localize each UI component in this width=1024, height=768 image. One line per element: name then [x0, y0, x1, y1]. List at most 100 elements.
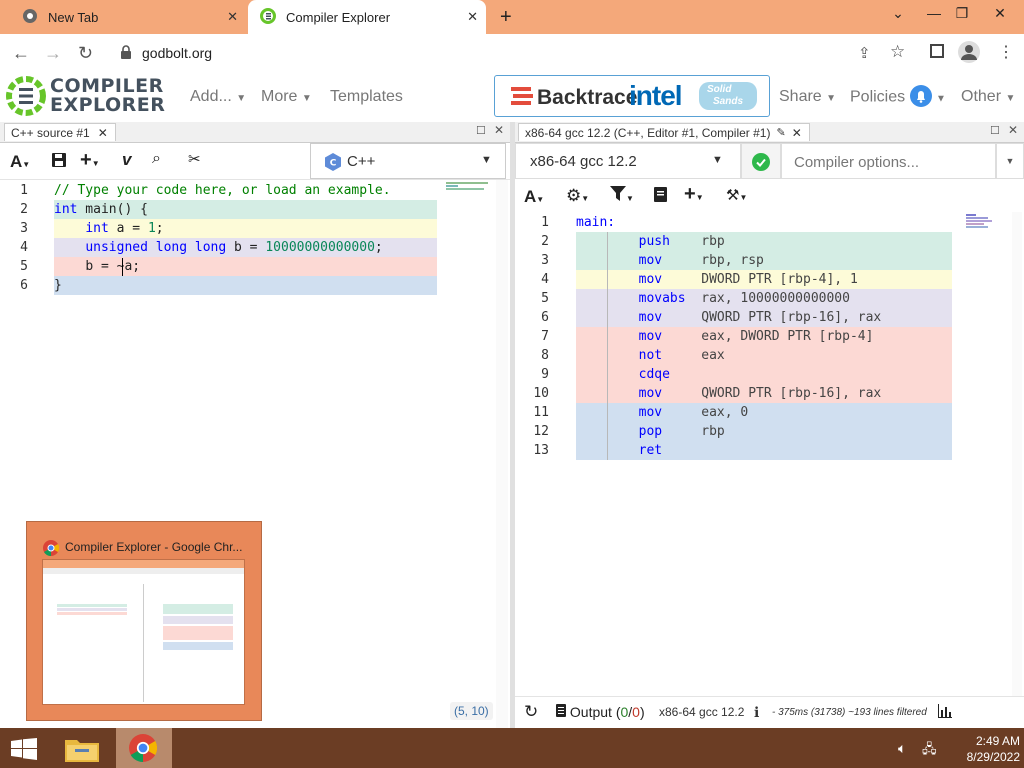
code-text: b = ~a;	[85, 259, 141, 274]
code-line-1: // Type your code here, or load an examp…	[54, 181, 437, 200]
cpp-logo-icon: C	[325, 153, 341, 174]
compiler-select-value: x86-64 gcc 12.2	[530, 153, 637, 170]
tab-cpp-source[interactable]: C++ source #1 ✕	[4, 123, 116, 141]
close-pane-icon[interactable]: ✕	[1008, 123, 1018, 137]
number-literal: 1	[147, 221, 156, 236]
menu-policies-label: Policies	[850, 88, 906, 106]
chrome-taskbar-button[interactable]	[116, 728, 172, 768]
volume-muted-icon[interactable]: 🔈︎	[898, 740, 906, 757]
menu-templates[interactable]: Templates	[330, 88, 403, 106]
side-panel-icon[interactable]	[930, 44, 944, 58]
network-icon[interactable]: 🖧︎	[922, 740, 937, 762]
maximize-pane-icon[interactable]: ☐	[476, 124, 486, 137]
close-tab-icon[interactable]: ✕	[467, 9, 478, 25]
asm-line: not eax	[576, 346, 952, 365]
menu-share-label: Share	[779, 88, 822, 105]
close-icon[interactable]: ✕	[792, 126, 802, 140]
font-size-icon[interactable]: A▼	[524, 187, 544, 207]
tab-search-icon[interactable]: ⌄	[880, 0, 916, 28]
tools-wrench-icon[interactable]: ⚒▼	[726, 186, 747, 204]
libraries-book-icon[interactable]	[654, 187, 667, 206]
asm-minimap[interactable]	[966, 213, 1006, 237]
menu-share[interactable]: Share ▼	[779, 88, 836, 106]
browser-tab-title: New Tab	[48, 9, 99, 25]
compiler-options-input[interactable]: Compiler options...	[781, 143, 996, 179]
new-tab-icon[interactable]: +	[500, 6, 512, 29]
maximize-pane-icon[interactable]: ☐	[990, 124, 1000, 137]
close-pane-icon[interactable]: ✕	[494, 123, 504, 137]
number-literal: 10000000000000	[265, 240, 375, 255]
edit-pencil-icon[interactable]: ✎	[776, 126, 785, 139]
compiler-explorer-logo-icon[interactable]	[4, 74, 48, 121]
menu-more[interactable]: More ▼	[261, 88, 312, 106]
svg-text:C: C	[330, 159, 337, 169]
editor-scrollbar[interactable]	[496, 180, 508, 728]
asm-opcode: ret	[638, 443, 663, 458]
status-compiler-name: x86-64 gcc 12.2	[659, 705, 745, 719]
search-icon[interactable]: ⌕	[152, 150, 161, 168]
logo-text[interactable]: COMPILER EXPLORER	[50, 77, 165, 115]
forward-icon[interactable]: →	[44, 43, 62, 64]
line-number: 11	[533, 405, 549, 420]
url-field[interactable]: godbolt.org	[112, 40, 832, 66]
close-window-icon[interactable]: ✕	[982, 0, 1018, 28]
menu-policies[interactable]: Policies ▼	[850, 85, 946, 107]
output-button[interactable]: Output (0/0)	[556, 704, 645, 720]
tab-compiler[interactable]: x86-64 gcc 12.2 (C++, Editor #1, Compile…	[518, 123, 810, 141]
solid-sands-logo: Solid Sands	[699, 82, 757, 110]
close-icon[interactable]: ✕	[98, 126, 108, 140]
caret-down-icon: ▼	[712, 154, 723, 166]
clock[interactable]: 2:49 AM 8/29/2022	[940, 733, 1020, 765]
bar-chart-icon[interactable]	[938, 704, 952, 721]
menu-other[interactable]: Other ▼	[961, 88, 1015, 106]
close-tab-icon[interactable]: ✕	[227, 9, 238, 25]
menu-add[interactable]: Add... ▼	[190, 88, 246, 106]
asm-opcode: cdqe	[638, 367, 670, 382]
compiler-options-dropdown[interactable]: ▼	[996, 143, 1024, 179]
restore-icon[interactable]: ❐	[944, 0, 980, 28]
browser-tab-compiler-explorer[interactable]: Compiler Explorer ✕	[248, 0, 486, 34]
save-icon[interactable]	[52, 153, 66, 171]
gear-icon[interactable]: ⚙▼	[566, 186, 589, 206]
asm-args: eax	[701, 348, 725, 363]
sponsor-banner[interactable]: Backtrace intel Solid Sands	[494, 75, 770, 117]
wand-icon[interactable]: ✂	[188, 150, 201, 168]
code-line-5: b = ~a;	[54, 257, 437, 276]
line-number: 12	[533, 424, 549, 439]
editor-minimap[interactable]	[446, 181, 496, 195]
taskbar-window-preview[interactable]: Compiler Explorer - Google Chr...	[26, 521, 262, 721]
vim-mode-icon[interactable]: v	[122, 150, 131, 170]
file-explorer-taskbar-button[interactable]	[58, 728, 106, 768]
line-number: 5	[20, 259, 28, 274]
caret-down-icon: ▼	[301, 93, 312, 104]
line-number: 13	[533, 443, 549, 458]
font-size-icon[interactable]: A▼	[10, 152, 30, 172]
back-icon[interactable]: ←	[12, 43, 30, 64]
asm-scrollbar[interactable]	[1012, 212, 1022, 696]
menu-other-label: Other	[961, 88, 1002, 105]
compiler-select[interactable]: x86-64 gcc 12.2 ▼	[515, 143, 741, 179]
asm-line: mov QWORD PTR [rbp-16], rax	[576, 308, 952, 327]
lock-icon	[120, 44, 132, 62]
bookmark-star-icon[interactable]: ☆	[890, 42, 905, 62]
add-tool-icon[interactable]: +▼	[684, 183, 704, 206]
add-pane-icon[interactable]: +▼	[80, 149, 100, 172]
reload-icon[interactable]: ↻	[78, 43, 93, 64]
recompile-icon[interactable]: ↻	[524, 702, 538, 722]
output-label: Output	[569, 704, 612, 720]
sponsor-backtrace-text: Backtrace	[537, 86, 638, 109]
filter-icon[interactable]: ▼	[610, 186, 634, 205]
browser-menu-icon[interactable]: ⋮	[998, 42, 1014, 62]
language-select[interactable]: C C++ ▼	[310, 143, 506, 179]
line-number: 2	[541, 234, 549, 249]
asm-args: rbp, rsp	[701, 253, 764, 268]
url-text: godbolt.org	[142, 45, 213, 61]
compiler-toolbar	[515, 180, 1024, 212]
share-page-icon[interactable]: ⇪	[858, 44, 871, 62]
start-button[interactable]	[0, 728, 48, 768]
profile-avatar-icon[interactable]	[958, 41, 980, 63]
code-text: }	[54, 278, 62, 293]
browser-tab-new-tab[interactable]: New Tab ✕	[10, 0, 246, 34]
compile-status[interactable]	[741, 143, 781, 179]
info-icon[interactable]: ℹ	[754, 704, 759, 721]
